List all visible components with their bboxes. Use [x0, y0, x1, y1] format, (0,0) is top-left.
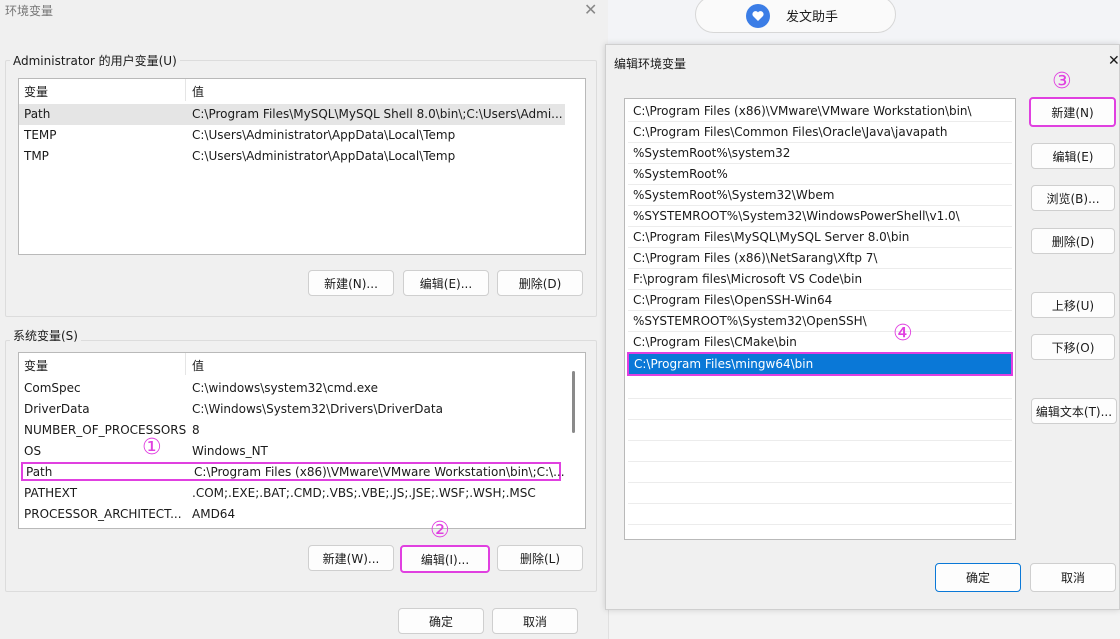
cancel-button[interactable]: 取消 [1030, 563, 1116, 592]
system-variables-list[interactable]: 变量 值 ComSpec C:\windows\system32\cmd.exe… [18, 352, 586, 529]
edit-environment-variable-dialog: 编辑环境变量 ✕ C:\Program Files (x86)\VMware\V… [605, 44, 1120, 610]
annotation-marker-3: ③ [1052, 69, 1072, 94]
column-header-variable[interactable]: 变量 [24, 83, 48, 100]
variable-name: Path [24, 107, 51, 121]
list-item[interactable]: %SYSTEMROOT%\System32\WindowsPowerShell\… [628, 206, 1012, 227]
variable-name: Path [26, 465, 53, 479]
list-header: 变量 值 [19, 79, 585, 101]
list-item[interactable]: PATHEXT .COM;.EXE;.BAT;.CMD;.VBS;.VBE;.J… [19, 483, 565, 504]
edit-button[interactable]: 编辑(E) [1031, 143, 1115, 169]
list-item[interactable]: DriverData C:\Windows\System32\Drivers\D… [19, 399, 565, 420]
list-item[interactable]: PROCESSOR_ARCHITECT... AMD64 [19, 504, 565, 525]
column-divider[interactable] [185, 353, 186, 375]
close-icon[interactable]: ✕ [1108, 53, 1120, 69]
dialog-title: 编辑环境变量 [614, 57, 687, 71]
user-delete-button[interactable]: 删除(D) [497, 270, 583, 296]
system-variables-label: 系统变量(S) [10, 327, 81, 344]
annotation-marker-4: ④ [893, 321, 913, 346]
environment-variables-dialog: 环境变量 ✕ Administrator 的用户变量(U) 变量 值 Path … [0, 0, 609, 639]
list-item[interactable]: TMP C:\Users\Administrator\AppData\Local… [19, 146, 565, 167]
helper-pill-button[interactable]: 发文助手 [695, 0, 896, 33]
list-item[interactable]: %SystemRoot%\system32 [628, 143, 1012, 164]
column-header-value[interactable]: 值 [192, 83, 204, 100]
variable-value: C:\Program Files (x86)\VMware\VMware Wor… [194, 465, 565, 479]
system-new-button[interactable]: 新建(W)... [308, 545, 394, 571]
cancel-button[interactable]: 取消 [492, 608, 578, 634]
browse-button[interactable]: 浏览(B)... [1031, 185, 1115, 211]
variable-name: PATHEXT [24, 486, 78, 500]
column-header-value[interactable]: 值 [192, 357, 204, 374]
list-item[interactable]: OS Windows_NT [19, 441, 565, 462]
list-item[interactable]: C:\Program Files\Common Files\Oracle\Jav… [628, 122, 1012, 143]
list-item[interactable]: %SystemRoot%\System32\Wbem [628, 185, 1012, 206]
delete-button[interactable]: 删除(D) [1031, 228, 1115, 254]
empty-row [628, 378, 1012, 399]
variable-name: PROCESSOR_ARCHITECT... [24, 507, 182, 521]
variable-value: C:\windows\system32\cmd.exe [192, 381, 378, 395]
variable-value: .COM;.EXE;.BAT;.CMD;.VBS;.VBE;.JS;.JSE;.… [192, 486, 536, 500]
system-edit-button[interactable]: 编辑(I)... [400, 545, 490, 573]
helper-label: 发文助手 [786, 10, 839, 25]
column-divider[interactable] [185, 79, 186, 101]
list-item[interactable]: NUMBER_OF_PROCESSORS 8 [19, 420, 565, 441]
new-button[interactable]: 新建(N) [1029, 97, 1116, 127]
close-icon[interactable]: ✕ [584, 0, 597, 19]
variable-value: C:\Program Files\MySQL\MySQL Shell 8.0\b… [192, 107, 563, 121]
variable-value: Windows_NT [192, 444, 268, 458]
variable-value: C:\Windows\System32\Drivers\DriverData [192, 402, 443, 416]
list-item[interactable]: ComSpec C:\windows\system32\cmd.exe [19, 378, 565, 399]
variable-name: OS [24, 444, 42, 458]
ok-button[interactable]: 确定 [935, 563, 1021, 592]
empty-row [628, 441, 1012, 462]
list-item[interactable]: C:\Program Files\CMake\bin [628, 332, 1012, 353]
move-down-button[interactable]: 下移(O) [1031, 334, 1115, 360]
path-entries-list[interactable]: C:\Program Files (x86)\VMware\VMware Wor… [624, 98, 1016, 540]
user-variables-list[interactable]: 变量 值 Path C:\Program Files\MySQL\MySQL S… [18, 78, 586, 255]
empty-row [628, 504, 1012, 525]
variable-name: ComSpec [24, 381, 81, 395]
list-item[interactable]: C:\Program Files (x86)\VMware\VMware Wor… [628, 101, 1012, 122]
variable-value: C:\Users\Administrator\AppData\Local\Tem… [192, 149, 456, 163]
empty-row [628, 399, 1012, 420]
variable-value: AMD64 [192, 507, 236, 521]
user-edit-button[interactable]: 编辑(E)... [403, 270, 489, 296]
list-header: 变量 值 [19, 353, 585, 375]
list-item[interactable]: %SYSTEMROOT%\System32\OpenSSH\ [628, 311, 1012, 332]
column-header-variable[interactable]: 变量 [24, 357, 48, 374]
variable-value: C:\Users\Administrator\AppData\Local\Tem… [192, 128, 456, 142]
empty-row [628, 420, 1012, 441]
list-item[interactable]: Path C:\Program Files\MySQL\MySQL Shell … [19, 104, 565, 125]
list-item-path-selected[interactable]: Path C:\Program Files (x86)\VMware\VMwar… [21, 462, 565, 481]
move-up-button[interactable]: 上移(U) [1031, 292, 1115, 318]
list-item[interactable]: %SystemRoot% [628, 164, 1012, 185]
variable-value: 8 [192, 423, 200, 437]
variable-name: TEMP [24, 128, 57, 142]
list-item[interactable]: TEMP C:\Users\Administrator\AppData\Loca… [19, 125, 565, 146]
annotation-marker-1: ① [142, 435, 162, 460]
list-item[interactable]: C:\Program Files\MySQL\MySQL Server 8.0\… [628, 227, 1012, 248]
scrollbar-thumb[interactable] [572, 371, 575, 433]
dialog-title: 环境变量 [5, 4, 54, 18]
helper-icon [746, 4, 770, 28]
annotation-marker-2: ② [430, 518, 450, 543]
user-new-button[interactable]: 新建(N)... [308, 270, 394, 296]
user-variables-label: Administrator 的用户变量(U) [10, 52, 180, 69]
list-item[interactable]: C:\Program Files (x86)\NetSarang\Xftp 7\ [628, 248, 1012, 269]
list-item[interactable]: C:\Program Files\OpenSSH-Win64 [628, 290, 1012, 311]
empty-row [628, 483, 1012, 504]
variable-name: DriverData [24, 402, 90, 416]
empty-row [628, 462, 1012, 483]
list-item[interactable]: F:\program files\Microsoft VS Code\bin [628, 269, 1012, 290]
ok-button[interactable]: 确定 [398, 608, 484, 634]
variable-name: TMP [24, 149, 49, 163]
edit-text-button[interactable]: 编辑文本(T)... [1031, 398, 1117, 424]
variable-name: NUMBER_OF_PROCESSORS [24, 423, 187, 437]
list-item-selected-new-path[interactable]: C:\Program Files\mingw64\bin [627, 352, 1013, 376]
system-delete-button[interactable]: 删除(L) [497, 545, 583, 571]
